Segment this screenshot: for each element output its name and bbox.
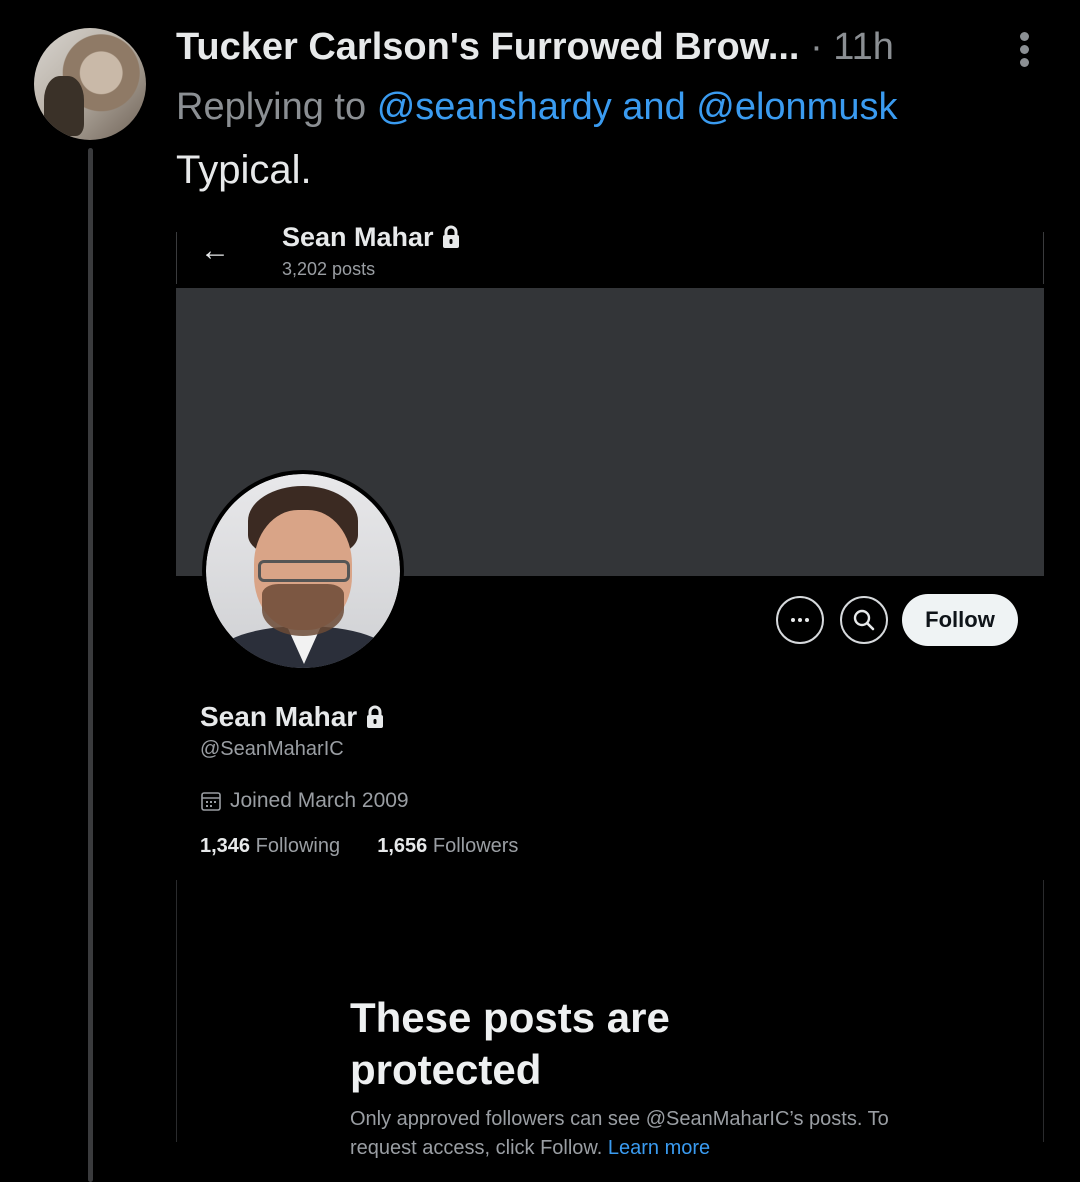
profile-handle: @SeanMaharIC bbox=[200, 738, 344, 760]
followers-count: 1,656 bbox=[377, 835, 428, 857]
profile-top-name: Sean Mahar bbox=[282, 221, 461, 253]
tweet-time[interactable]: 11h bbox=[833, 26, 894, 68]
more-icon bbox=[776, 596, 824, 644]
calendar-icon bbox=[201, 792, 221, 811]
learn-more-link: Learn more bbox=[607, 1137, 711, 1159]
and-word: and bbox=[622, 86, 686, 128]
image-edge bbox=[176, 232, 177, 284]
top-name-text: Sean Mahar bbox=[282, 222, 434, 252]
protected-title: These posts are protected bbox=[350, 994, 670, 1093]
author-name[interactable]: Tucker Carlson's Furrowed Brow... bbox=[176, 26, 800, 68]
followers-label: Followers bbox=[432, 835, 519, 857]
replying-to: Replying to @seanshardy and @elonmusk bbox=[176, 84, 897, 130]
protected-body: Only approved followers can see @SeanMah… bbox=[350, 1105, 890, 1163]
mention-link-1[interactable]: @seanshardy bbox=[377, 86, 612, 128]
profile-name: Sean Mahar bbox=[200, 700, 385, 734]
profile-photo bbox=[202, 470, 404, 672]
joined-text: Joined March 2009 bbox=[230, 789, 409, 812]
follow-stats: 1,346 Following 1,656 Followers bbox=[200, 835, 518, 858]
lock-icon bbox=[443, 225, 460, 248]
following-count: 1,346 bbox=[200, 835, 251, 857]
more-options-icon[interactable] bbox=[1014, 32, 1034, 72]
lock-icon bbox=[366, 705, 383, 728]
image-edge bbox=[176, 880, 177, 1142]
back-arrow-icon: ← bbox=[200, 234, 230, 267]
image-edge bbox=[1043, 880, 1044, 1142]
replying-prefix: Replying to bbox=[176, 86, 367, 128]
tweet-text: Typical. bbox=[176, 148, 312, 192]
search-icon bbox=[840, 596, 888, 644]
mention-link-2[interactable]: @elonmusk bbox=[696, 86, 897, 128]
profile-name-text: Sean Mahar bbox=[200, 701, 358, 732]
joined-date: Joined March 2009 bbox=[200, 789, 409, 813]
follow-button: Follow bbox=[902, 594, 1018, 646]
thread-line bbox=[88, 148, 93, 1182]
posts-count: 3,202 posts bbox=[282, 259, 376, 279]
separator-dot: · bbox=[810, 26, 823, 68]
tweet-header: Tucker Carlson's Furrowed Brow... · 11h bbox=[176, 24, 894, 70]
author-avatar[interactable] bbox=[34, 28, 146, 140]
following-label: Following bbox=[255, 835, 341, 857]
image-edge bbox=[1043, 232, 1044, 284]
